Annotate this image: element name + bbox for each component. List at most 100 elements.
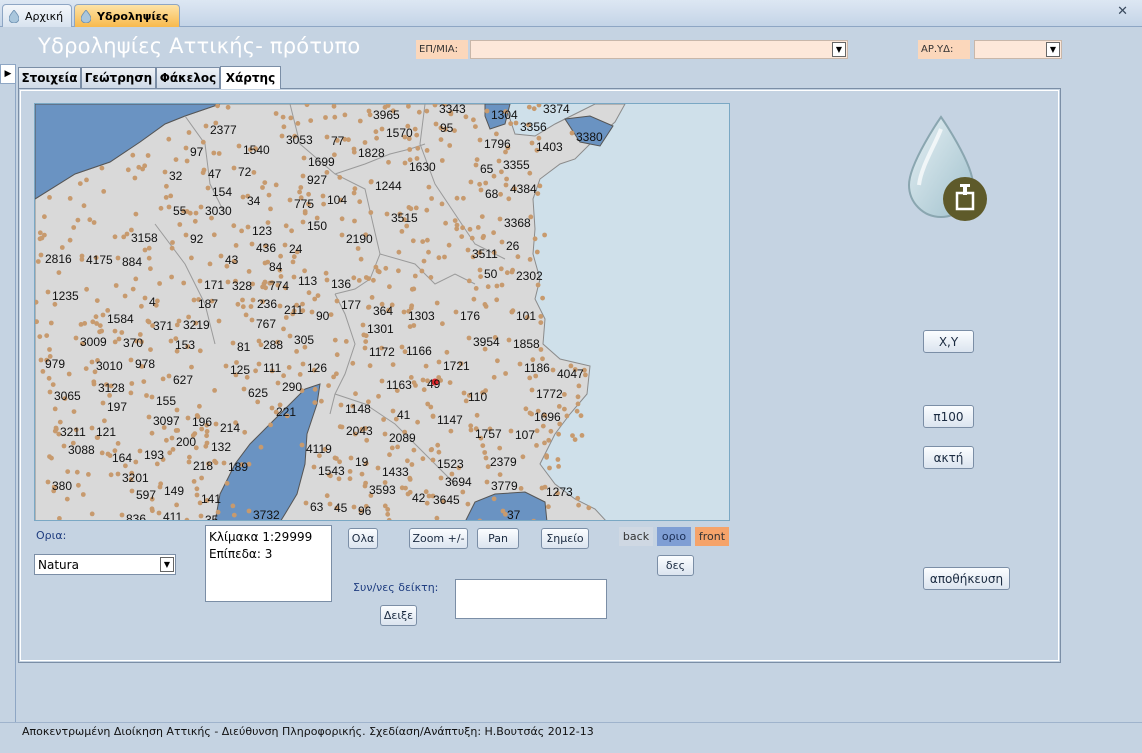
- well-point: [116, 336, 122, 342]
- coords-field[interactable]: [455, 579, 607, 619]
- well-point: [119, 512, 125, 518]
- well-point: [291, 274, 297, 280]
- well-point: [248, 304, 254, 309]
- well-point: [194, 492, 200, 498]
- oria-label: Ορια:: [36, 529, 67, 542]
- deixe-button[interactable]: Δειξε: [380, 605, 417, 626]
- well-point: [443, 220, 448, 226]
- record-selector[interactable]: ▶: [0, 64, 16, 84]
- simeio-button[interactable]: Σημείο: [541, 528, 589, 549]
- well-point: [381, 417, 386, 422]
- well-point: [286, 365, 292, 370]
- layer-orio-label[interactable]: οριο: [657, 527, 691, 546]
- well-point: [439, 201, 445, 207]
- well-point: [538, 320, 544, 325]
- well-point: [479, 214, 485, 219]
- well-point: [509, 269, 515, 275]
- map-label: 4175: [86, 253, 113, 267]
- ep-combo[interactable]: ▼: [470, 40, 848, 59]
- akti-button[interactable]: ακτή: [923, 446, 974, 469]
- map-label: 193: [144, 448, 164, 462]
- well-point: [363, 339, 369, 344]
- well-point: [576, 502, 581, 508]
- pan-button[interactable]: Pan: [477, 528, 519, 549]
- map-label: 43: [225, 253, 239, 267]
- p100-button[interactable]: π100: [923, 405, 974, 428]
- well-point: [94, 298, 100, 303]
- well-point: [468, 423, 474, 429]
- well-point: [224, 480, 230, 486]
- map-label: 3965: [373, 108, 400, 122]
- well-point: [575, 401, 581, 407]
- well-point: [204, 429, 210, 434]
- well-point: [250, 297, 256, 303]
- well-point: [412, 126, 418, 132]
- well-point: [42, 232, 47, 238]
- well-point: [278, 253, 283, 259]
- well-point: [477, 137, 483, 143]
- map-label: 221: [276, 405, 296, 419]
- well-point: [288, 115, 294, 121]
- well-point: [225, 104, 231, 110]
- map-label: 411: [163, 510, 182, 521]
- well-point: [186, 459, 192, 465]
- map-label: 126: [307, 361, 327, 375]
- well-point: [79, 253, 85, 259]
- well-point: [47, 195, 52, 200]
- map-label: 197: [107, 400, 127, 414]
- well-point: [275, 380, 281, 386]
- map-view[interactable]: 3965 3343 1304 3374 2377 3053 77 1570 95 3356 3380…: [34, 103, 730, 521]
- chevron-down-icon[interactable]: ▼: [160, 557, 174, 572]
- well-point: [262, 279, 268, 285]
- des-button[interactable]: δες: [657, 555, 694, 576]
- map-label: 37: [507, 508, 521, 521]
- map-label: 3219: [183, 318, 210, 332]
- tab-fakelos[interactable]: Φάκελος: [156, 67, 220, 88]
- well-point: [65, 469, 71, 474]
- well-point: [218, 253, 224, 259]
- well-point: [379, 126, 385, 132]
- xy-button[interactable]: X,Y: [923, 330, 974, 353]
- chevron-down-icon[interactable]: ▼: [832, 42, 846, 57]
- well-point: [326, 383, 331, 388]
- doc-tab-home[interactable]: Αρχική: [2, 4, 72, 27]
- well-point: [331, 104, 337, 109]
- well-point: [534, 428, 540, 434]
- well-point: [562, 392, 567, 397]
- map-label: 775: [294, 197, 314, 211]
- well-point: [97, 323, 103, 328]
- zoom-button[interactable]: Zoom +/-: [409, 528, 468, 549]
- well-point: [129, 488, 135, 494]
- well-point: [186, 130, 192, 135]
- well-point: [213, 421, 219, 427]
- well-point: [158, 205, 164, 211]
- layer-front-label[interactable]: front: [695, 527, 729, 546]
- ar-label: ΑΡ.ΥΔ:: [918, 40, 970, 59]
- well-point: [494, 131, 499, 137]
- tab-stoixeia[interactable]: Στοιχεία: [18, 67, 81, 88]
- map-canvas[interactable]: 3965 3343 1304 3374 2377 3053 77 1570 95 3356 3380…: [35, 104, 730, 521]
- save-button[interactable]: αποθήκευση: [923, 567, 1010, 590]
- well-point: [419, 268, 425, 274]
- ola-button[interactable]: Ολα: [348, 528, 378, 549]
- map-label: 371: [153, 319, 173, 333]
- well-point: [50, 382, 56, 387]
- oria-select[interactable]: Natura ▼: [34, 554, 176, 575]
- map-label: 627: [173, 373, 193, 387]
- map-label: 65: [480, 162, 494, 176]
- tab-xartis[interactable]: Χάρτης: [220, 66, 281, 89]
- well-point: [112, 328, 118, 334]
- well-point: [198, 204, 204, 210]
- well-point: [211, 232, 217, 238]
- water-drop-tap-icon: [907, 115, 987, 221]
- close-icon[interactable]: ✕: [1117, 4, 1128, 19]
- well-point: [67, 196, 73, 201]
- well-point: [475, 225, 481, 230]
- doc-tab-ydrolipsies[interactable]: Υδροληψίες: [74, 4, 180, 27]
- well-point: [352, 218, 357, 224]
- ar-combo[interactable]: ▼: [974, 40, 1062, 59]
- chevron-down-icon[interactable]: ▼: [1046, 42, 1060, 57]
- layer-back-label[interactable]: back: [619, 527, 653, 546]
- tab-geotrisi[interactable]: Γεώτρηση: [81, 67, 156, 88]
- well-point: [256, 338, 262, 344]
